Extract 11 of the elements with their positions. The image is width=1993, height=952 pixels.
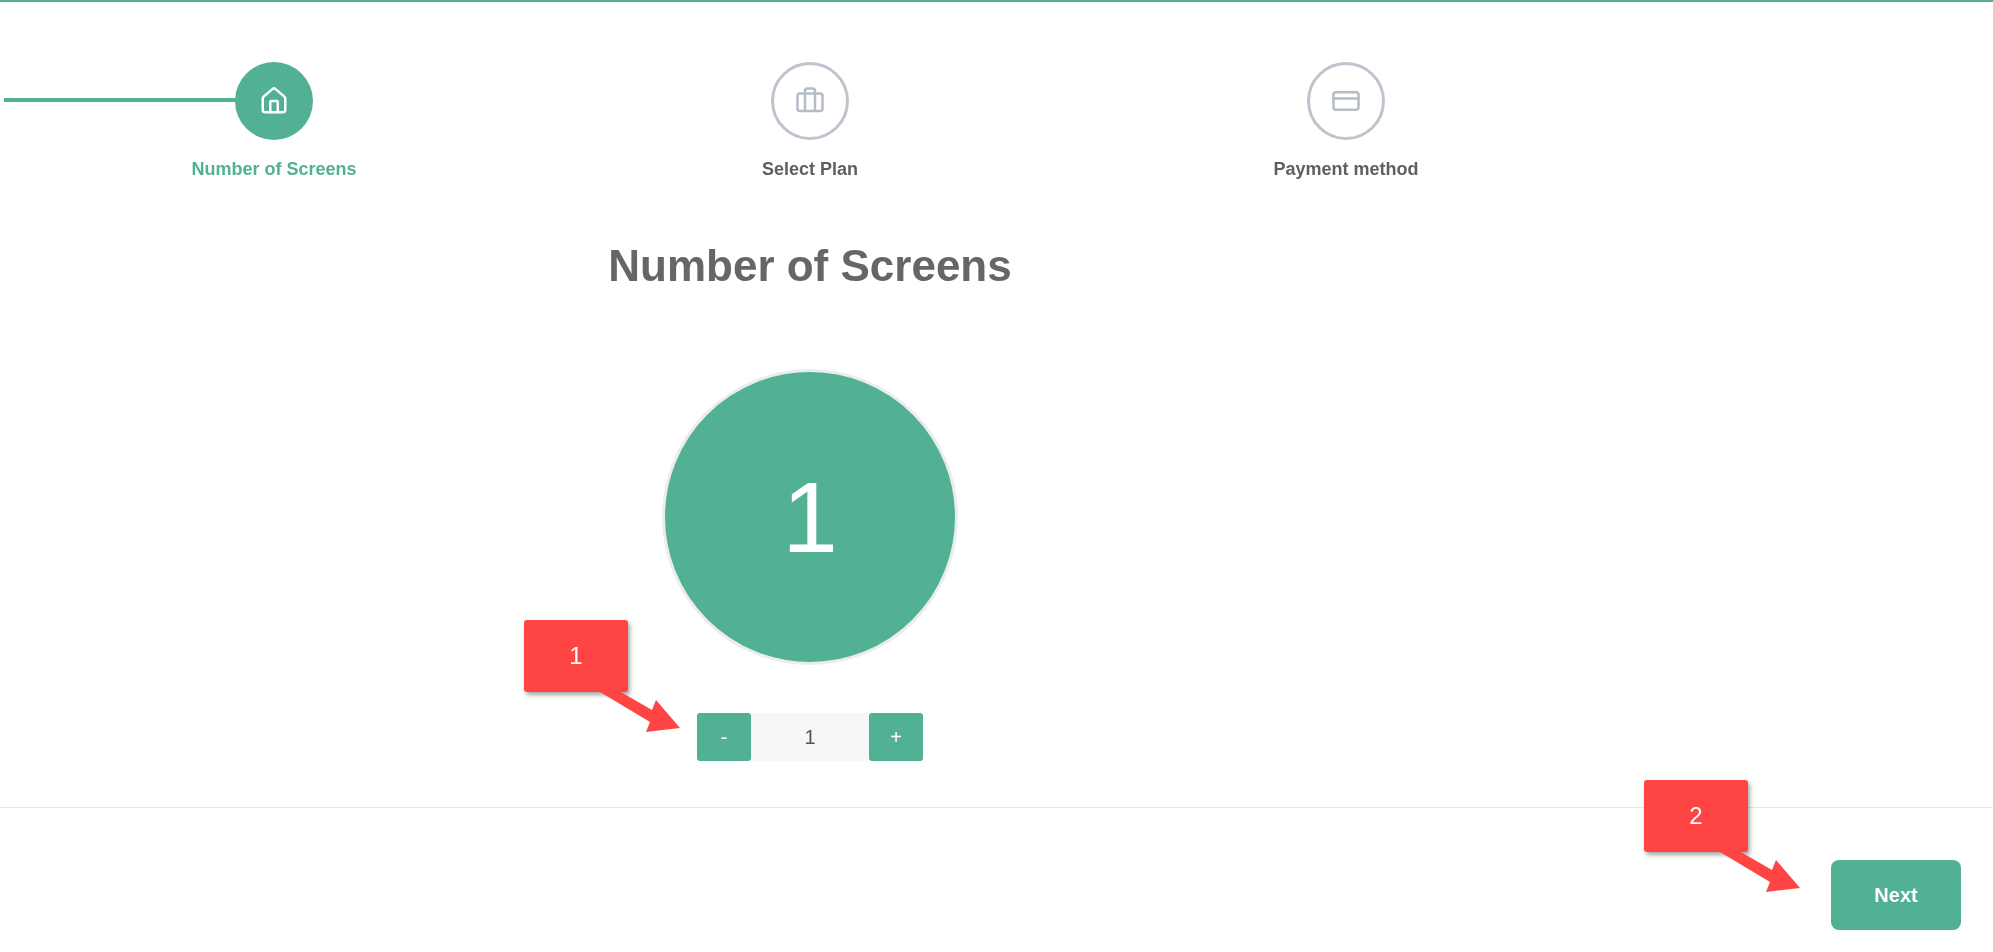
step-label[interactable]: Select Plan (761, 156, 858, 183)
count-field[interactable]: 1 (751, 713, 869, 761)
callout-badge: 2 (1644, 780, 1748, 852)
step-label[interactable]: Number of Screens (191, 156, 357, 183)
callout-badge: 1 (524, 620, 628, 692)
increment-button[interactable]: + (869, 713, 923, 761)
house-icon (259, 86, 289, 116)
next-button[interactable]: Next (1831, 860, 1961, 930)
decrement-button[interactable]: - (697, 713, 751, 761)
page-heading: Number of Screens (608, 240, 1012, 292)
step-label[interactable]: Payment method (1273, 156, 1419, 183)
